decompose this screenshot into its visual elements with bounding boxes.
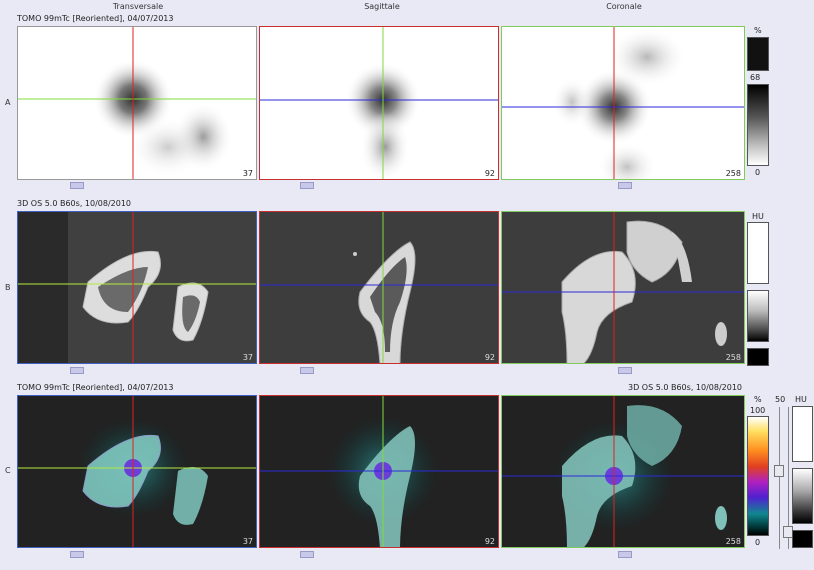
colorbar-b-bottom-swatch [747,348,769,366]
viewport-a-transversale[interactable]: 37 [17,26,257,180]
viewport-c-coronale[interactable]: 258 [501,395,745,548]
colorbar-a-top-swatch [747,37,769,71]
slice-slider-b-transversale[interactable] [70,367,84,374]
slice-number: 258 [725,353,741,362]
blend-slider-track[interactable] [779,407,780,549]
slice-number: 37 [242,169,253,178]
slice-number: 92 [484,537,495,546]
study-label-row-c-left: TOMO 99mTc [Reoriented], 04/07/2013 [17,383,174,392]
blend-slider-knob[interactable] [774,465,784,477]
viewport-c-transversale[interactable]: 37 [17,395,257,548]
slice-slider-a-transversale[interactable] [70,182,84,189]
column-header-coronale: Coronale [606,2,642,11]
viewport-a-coronale[interactable]: 258 [501,26,745,180]
slice-slider-b-sagittale[interactable] [300,367,314,374]
colorbar-b-unit: HU [752,212,764,221]
colorbar-c-max: 100 [750,406,766,415]
study-label-row-b: 3D OS 5.0 B60s, 10/08/2010 [17,199,132,208]
blend-value: 50 [775,395,786,404]
colorbar-a-max: 68 [750,73,761,82]
colorbar-c-unit: HU [795,395,807,404]
slice-number: 92 [484,353,495,362]
colorbar-c-hu-top-swatch [792,406,813,462]
colorbar-c-hu-bottom-swatch [792,530,813,548]
slice-slider-c-transversale[interactable] [70,551,84,558]
slice-number: 92 [484,169,495,178]
colorbar-c-hu-gradient[interactable] [792,468,813,524]
slice-slider-c-sagittale[interactable] [300,551,314,558]
row-label-c: C [5,466,11,475]
colorbar-b-top-swatch [747,222,769,284]
viewport-a-sagittale[interactable]: 92 [259,26,499,180]
viewport-c-sagittale[interactable]: 92 [259,395,499,548]
viewport-b-coronale[interactable]: 258 [501,211,745,364]
slice-number: 258 [725,537,741,546]
colorbar-c-gradient[interactable] [747,416,769,536]
viewport-b-transversale[interactable]: 37 [17,211,257,364]
slice-number: 258 [725,169,741,178]
colorbar-b-gradient[interactable] [747,290,769,342]
column-header-sagittale: Sagittale [364,2,400,11]
row-label-b: B [5,283,11,292]
viewport-b-sagittale[interactable]: 92 [259,211,499,364]
slice-slider-a-coronale[interactable] [618,182,632,189]
column-header-transversale: Transversale [112,2,164,11]
study-label-row-a: TOMO 99mTc [Reoriented], 04/07/2013 [17,14,174,23]
slice-slider-a-sagittale[interactable] [300,182,314,189]
viewer-window: Transversale Sagittale Coronale A B C TO… [0,0,814,570]
slice-slider-c-coronale[interactable] [618,551,632,558]
row-label-a: A [5,98,11,107]
colorbar-a-min: 0 [755,168,761,177]
study-label-row-c-right: 3D OS 5.0 B60s, 10/08/2010 [628,383,743,392]
colorbar-c-min: 0 [755,538,761,547]
slice-number: 37 [242,353,253,362]
colorbar-a-gradient[interactable] [747,84,769,166]
colorbar-a-percent-label: % [754,26,762,35]
colorbar-c-percent-label: % [754,395,762,404]
slice-number: 37 [242,537,253,546]
slice-slider-b-coronale[interactable] [618,367,632,374]
